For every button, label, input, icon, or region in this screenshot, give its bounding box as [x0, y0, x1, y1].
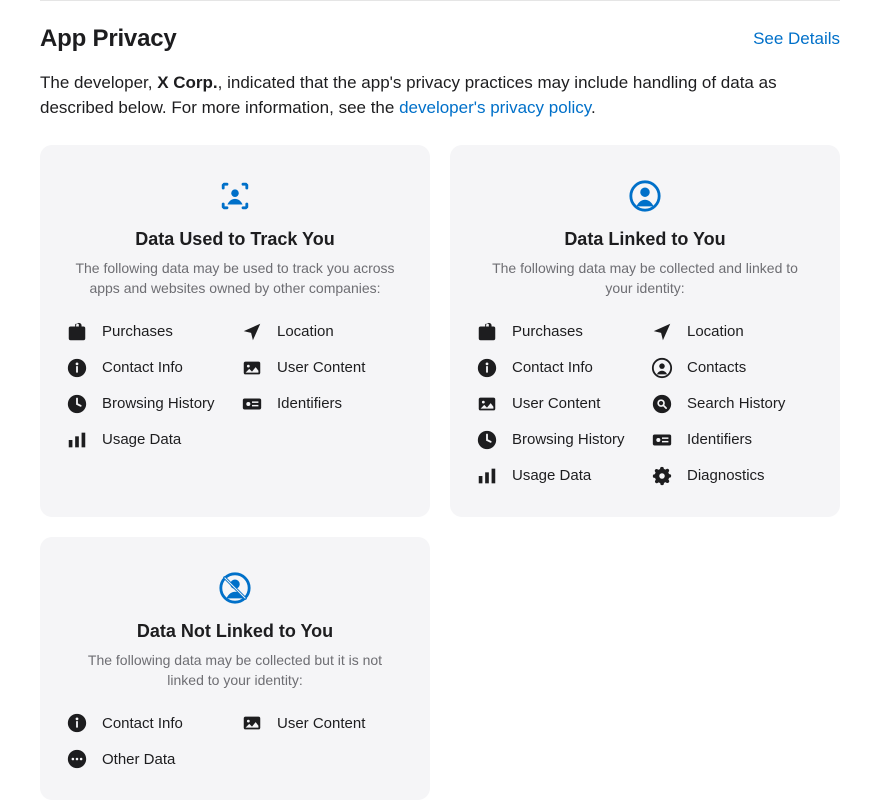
- usage-icon: [476, 465, 498, 487]
- data-type-item: Purchases: [66, 321, 229, 343]
- data-type-item: Browsing History: [476, 429, 639, 451]
- data-type-label: Identifiers: [277, 395, 342, 412]
- contactinfo-icon: [66, 357, 88, 379]
- location-icon: [651, 321, 673, 343]
- data-type-label: Contact Info: [102, 359, 183, 376]
- data-type-label: Contacts: [687, 359, 746, 376]
- privacy-card-notlinked: Data Not Linked to You The following dat…: [40, 537, 430, 800]
- identifiers-icon: [651, 429, 673, 451]
- data-type-item: Location: [241, 321, 404, 343]
- data-type-item: Contact Info: [476, 357, 639, 379]
- data-type-item: User Content: [476, 393, 639, 415]
- data-type-label: Usage Data: [512, 467, 591, 484]
- data-type-label: Location: [277, 323, 334, 340]
- browsing-icon: [476, 429, 498, 451]
- data-type-label: Search History: [687, 395, 785, 412]
- purchases-icon: [66, 321, 88, 343]
- data-type-label: Other Data: [102, 751, 175, 768]
- data-type-item: Contacts: [651, 357, 814, 379]
- developer-privacy-policy-link[interactable]: developer's privacy policy: [399, 98, 591, 117]
- privacy-intro: The developer, X Corp., indicated that t…: [40, 71, 840, 121]
- linked-items: Purchases Location Contact Info Contacts Use…: [476, 321, 814, 487]
- see-details-link[interactable]: See Details: [753, 29, 840, 49]
- data-type-item: Identifiers: [651, 429, 814, 451]
- intro-prefix: The developer,: [40, 73, 157, 92]
- usercontent-icon: [476, 393, 498, 415]
- card-title: Data Linked to You: [476, 229, 814, 250]
- data-type-item: Usage Data: [476, 465, 639, 487]
- tracking-icon: [66, 175, 404, 217]
- other-icon: [66, 748, 88, 770]
- browsing-icon: [66, 393, 88, 415]
- section-title: App Privacy: [40, 25, 177, 53]
- data-type-label: Identifiers: [687, 431, 752, 448]
- card-subtitle: The following data may be collected and …: [476, 258, 814, 299]
- notlinked-items: Contact Info User Content Other Data: [66, 712, 404, 770]
- data-type-item: Location: [651, 321, 814, 343]
- track-items: Purchases Location Contact Info User Conten…: [66, 321, 404, 451]
- data-type-label: Contact Info: [512, 359, 593, 376]
- data-type-item: User Content: [241, 712, 404, 734]
- card-subtitle: The following data may be collected but …: [66, 650, 404, 691]
- linked-icon: [476, 175, 814, 217]
- data-type-item: Usage Data: [66, 429, 229, 451]
- data-type-label: Purchases: [512, 323, 583, 340]
- data-type-item: Browsing History: [66, 393, 229, 415]
- data-type-item: Contact Info: [66, 712, 229, 734]
- purchases-icon: [476, 321, 498, 343]
- data-type-label: Contact Info: [102, 715, 183, 732]
- data-type-label: User Content: [277, 715, 365, 732]
- diagnostics-icon: [651, 465, 673, 487]
- card-title: Data Used to Track You: [66, 229, 404, 250]
- data-type-label: Browsing History: [512, 431, 625, 448]
- search-icon: [651, 393, 673, 415]
- data-type-label: Diagnostics: [687, 467, 765, 484]
- data-type-label: Browsing History: [102, 395, 215, 412]
- data-type-item: Diagnostics: [651, 465, 814, 487]
- notlinked-icon: [66, 567, 404, 609]
- intro-suffix: .: [591, 98, 596, 117]
- data-type-item: User Content: [241, 357, 404, 379]
- usercontent-icon: [241, 712, 263, 734]
- data-type-item: Contact Info: [66, 357, 229, 379]
- data-type-label: Location: [687, 323, 744, 340]
- data-type-item: Search History: [651, 393, 814, 415]
- data-type-item: Purchases: [476, 321, 639, 343]
- identifiers-icon: [241, 393, 263, 415]
- location-icon: [241, 321, 263, 343]
- section-divider: [40, 0, 840, 1]
- data-type-label: User Content: [512, 395, 600, 412]
- contactinfo-icon: [66, 712, 88, 734]
- data-type-label: Usage Data: [102, 431, 181, 448]
- usage-icon: [66, 429, 88, 451]
- data-type-label: User Content: [277, 359, 365, 376]
- data-type-item: Identifiers: [241, 393, 404, 415]
- privacy-card-track: Data Used to Track You The following dat…: [40, 145, 430, 517]
- usercontent-icon: [241, 357, 263, 379]
- data-type-item: Other Data: [66, 748, 229, 770]
- data-type-label: Purchases: [102, 323, 173, 340]
- developer-name: X Corp.: [157, 73, 217, 92]
- contactinfo-icon: [476, 357, 498, 379]
- contacts-icon: [651, 357, 673, 379]
- privacy-card-linked: Data Linked to You The following data ma…: [450, 145, 840, 517]
- card-title: Data Not Linked to You: [66, 621, 404, 642]
- card-subtitle: The following data may be used to track …: [66, 258, 404, 299]
